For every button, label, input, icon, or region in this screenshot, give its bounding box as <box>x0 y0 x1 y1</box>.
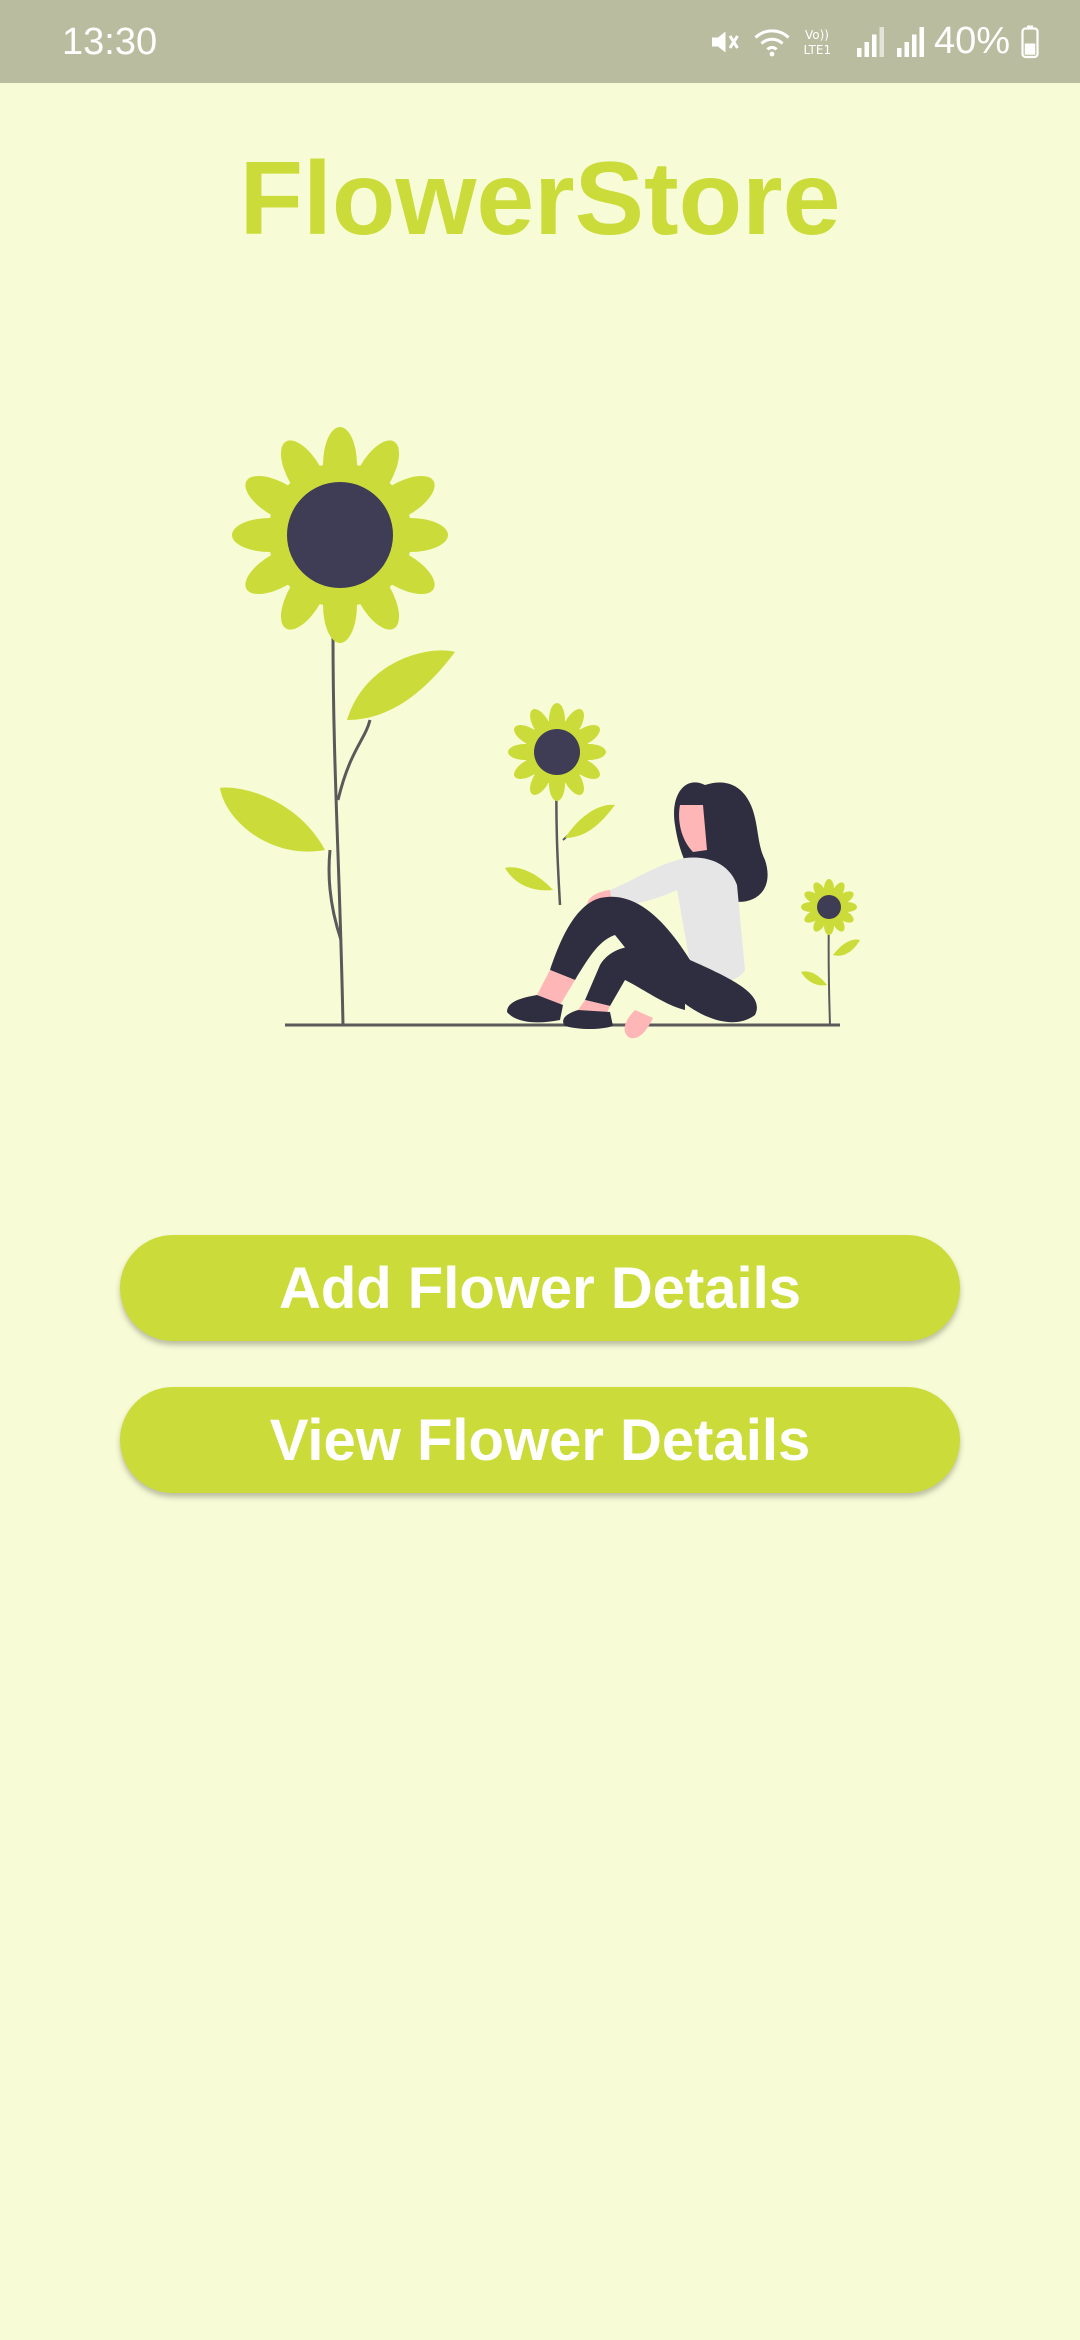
app-title: FlowerStore <box>239 141 841 257</box>
status-icons: Vo)) LTE1 40% <box>706 0 1040 83</box>
view-flower-details-button[interactable]: View Flower Details <box>120 1387 960 1493</box>
battery-percent: 40% <box>933 20 1010 62</box>
battery-icon <box>1020 24 1040 60</box>
status-time: 13:30 <box>62 21 158 63</box>
signal-icon <box>854 24 884 60</box>
wifi-icon <box>752 24 792 60</box>
signal-icon <box>894 24 924 60</box>
mute-icon <box>706 24 742 60</box>
volte-icon: Vo)) LTE1 <box>802 24 844 60</box>
svg-text:Vo)): Vo)) <box>805 28 829 42</box>
svg-text:LTE1: LTE1 <box>803 43 831 57</box>
status-bar: 13:30 Vo)) LTE1 40% <box>0 0 1080 83</box>
add-flower-details-button[interactable]: Add Flower Details <box>120 1235 960 1341</box>
hero-illustration <box>215 420 865 1060</box>
